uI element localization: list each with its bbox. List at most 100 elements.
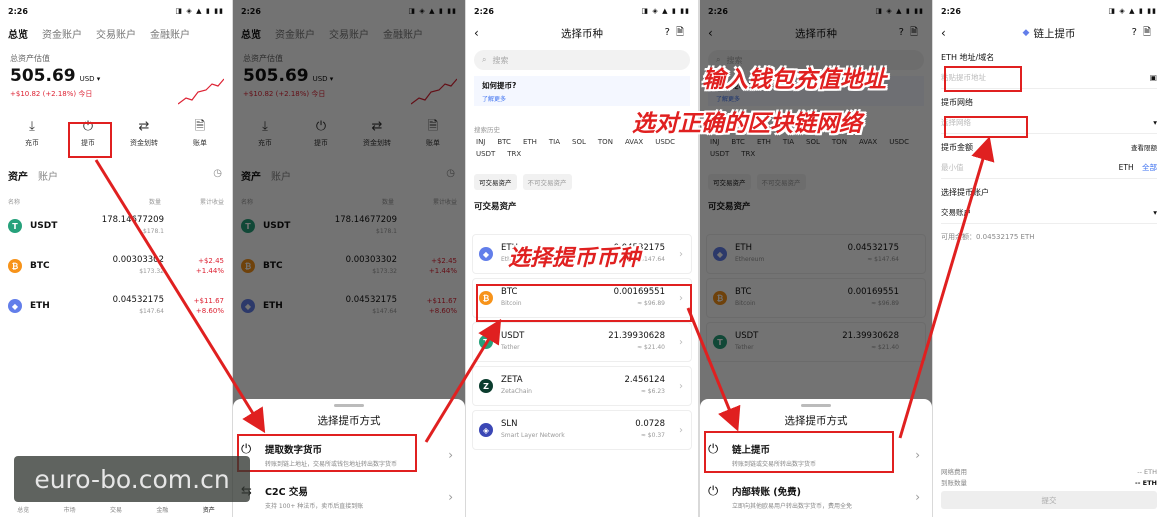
- view-limit-link[interactable]: 查看限额: [1131, 142, 1157, 153]
- chip-inj[interactable]: INJ: [476, 138, 485, 146]
- coin-row-zeta[interactable]: Z ZETA ZetaChain 2.456124 ≈ $6.23 ›: [472, 366, 692, 406]
- caption-enter-address: 输入钱包充值地址: [702, 67, 886, 93]
- asset-row-btc[interactable]: ₿ BTC 0.00303302 $173.32 +$2.45 +1.44%: [0, 246, 232, 286]
- asset-row-eth[interactable]: ◆ ETH 0.04532175 $147.64 +$11.67 +8.60%: [0, 286, 232, 326]
- transfer-button[interactable]: ⇄ 资金划转: [120, 120, 168, 148]
- asset-subtabs: 资产 账户 ◷: [0, 148, 232, 183]
- asset-row-usdt[interactable]: T USDT 178.14677209 $178.1: [0, 206, 232, 246]
- coin-row-usdt[interactable]: T USDT Tether 21.39930628 ≈ $21.40 ›: [472, 322, 692, 362]
- deposit-button[interactable]: ⤓ 充币: [8, 120, 56, 148]
- nav-assets[interactable]: 资产: [203, 505, 215, 514]
- bill-button[interactable]: 🗎 账单: [176, 120, 224, 148]
- chip-avax[interactable]: AVAX: [625, 138, 643, 146]
- eth-icon: ◆: [479, 247, 493, 261]
- status-bar: 2:26 ◨ ◈ ▲ ▮ ▮▮: [466, 0, 698, 22]
- tab-funding[interactable]: 资金账户: [42, 26, 82, 41]
- chip-tia[interactable]: TIA: [549, 138, 560, 146]
- coin-fullname: Smart Layer Network: [501, 432, 565, 439]
- fee-row: 网络费用 -- ETH: [941, 467, 1157, 478]
- asset-column-headers: 名称 数量 累计收益: [0, 183, 232, 206]
- caption-select-chain: 选对正确的区块链网络: [632, 111, 862, 137]
- chip-usdc[interactable]: USDC: [655, 138, 675, 146]
- coin-symbol: USDT: [501, 331, 525, 341]
- amount-value: 0.00303302: [112, 255, 164, 265]
- back-arrow-icon[interactable]: ‹: [941, 26, 946, 40]
- chip-eth[interactable]: ETH: [523, 138, 537, 146]
- help-icon[interactable]: ?🗎: [1132, 25, 1157, 42]
- balance-unit-select[interactable]: USD ▾: [80, 75, 101, 83]
- search-icon: ⌕: [482, 55, 487, 64]
- account-select[interactable]: 交易账户 ▾: [941, 202, 1157, 224]
- option-internal-transfer[interactable]: ⏻ 内部转账 (免费) 立即向其他欧易用户转出数字货币，费用全免 ›: [708, 480, 924, 517]
- amount-input[interactable]: 最小值 ETH 全部: [941, 157, 1157, 179]
- max-button[interactable]: 全部: [1142, 163, 1157, 172]
- sheet-handle[interactable]: [801, 404, 831, 407]
- nav-finance[interactable]: 金融: [156, 505, 168, 514]
- account-value: 交易账户: [941, 208, 971, 217]
- sheet-handle[interactable]: [334, 404, 364, 407]
- coin-search-input[interactable]: ⌕ 搜索: [474, 50, 690, 70]
- caption-select-coin: 选择提币币种: [508, 246, 641, 271]
- how-to-withdraw-tip[interactable]: 如何提币? 了解更多: [474, 76, 690, 106]
- chevron-down-icon: ▾: [1153, 118, 1157, 127]
- chip-ton[interactable]: TON: [598, 138, 613, 146]
- history-icon[interactable]: ◷: [213, 168, 222, 179]
- coin-row-sln[interactable]: ◈ SLN Smart Layer Network 0.0728 ≈ $0.37 ›: [472, 410, 692, 450]
- watermark: euro-bo.com.cn: [14, 456, 250, 502]
- download-icon: ⤓: [29, 119, 35, 134]
- tab-overview[interactable]: 总览: [8, 26, 28, 41]
- option-subtitle: 支持 100+ 种法币，卖币后直接到账: [265, 503, 364, 510]
- address-book-icon[interactable]: ▣: [1150, 73, 1157, 82]
- tab-assets[interactable]: 资产: [8, 168, 28, 183]
- amount-value: 178.14677209: [101, 215, 164, 225]
- option-c2c-trade[interactable]: ⇆ C2C 交易支持 100+ 种法币，卖币后直接到账 ›: [241, 480, 457, 517]
- chevron-right-icon: ›: [915, 448, 920, 462]
- nav-trade[interactable]: 交易: [110, 505, 122, 514]
- back-arrow-icon[interactable]: ‹: [474, 26, 479, 40]
- asset-amount: 0.04532175 $147.64: [100, 295, 164, 317]
- coin-usd: ≈ $6.23: [640, 388, 665, 395]
- action-row: ⤓充币 ⏻提币 ⇄资金划转 🗎账单: [0, 102, 232, 148]
- chip-usdt[interactable]: USDT: [476, 150, 495, 158]
- chip-sol[interactable]: SOL: [572, 138, 586, 146]
- deposit-label: 充币: [25, 139, 39, 147]
- usdt-icon: T: [479, 335, 493, 349]
- tab-accounts[interactable]: 账户: [38, 168, 58, 183]
- nav-overview[interactable]: 总览: [17, 505, 29, 514]
- chevron-down-icon: ▾: [1153, 208, 1157, 217]
- tab-trading[interactable]: 交易账户: [96, 26, 136, 41]
- amount-usd: $147.64: [139, 308, 164, 315]
- col-name: 名称: [8, 199, 21, 206]
- account-label: 选择提币账户: [941, 188, 989, 197]
- coin-amount: 0.0728: [635, 419, 665, 429]
- tab-finance[interactable]: 金融账户: [150, 26, 190, 41]
- section-title: 可交易资产: [474, 202, 517, 212]
- pnl-value: +$2.45: [198, 257, 224, 265]
- submit-button[interactable]: 提交: [941, 491, 1157, 509]
- filter-tradable[interactable]: 可交易资产: [474, 174, 517, 190]
- status-icons: ◨ ◈ ▲ ▮ ▮▮: [1108, 7, 1157, 15]
- nav-market[interactable]: 市场: [64, 505, 76, 514]
- coin-fullname: Tether: [501, 344, 520, 351]
- coin-value: 2.456124 ≈ $6.23: [624, 375, 665, 397]
- learn-more-link[interactable]: 了解更多: [482, 94, 682, 103]
- asset-symbol: ETH: [30, 301, 50, 311]
- chip-trx[interactable]: TRX: [507, 150, 521, 158]
- receive-value: -- ETH: [1135, 479, 1157, 487]
- help-icon[interactable]: ?🗎: [665, 25, 690, 42]
- filter-non-tradable[interactable]: 不可交易资产: [522, 174, 572, 190]
- btc-icon: ₿: [8, 259, 22, 273]
- page-title: 选择币种: [561, 27, 603, 40]
- chip-btc[interactable]: BTC: [497, 138, 511, 146]
- sheet-title: 选择提币方式: [784, 415, 848, 427]
- status-icons: ◨ ◈ ▲ ▮ ▮▮: [641, 7, 690, 15]
- address-label: ETH 地址/域名: [941, 53, 995, 62]
- col-pnl: 累计收益: [199, 199, 224, 206]
- summary: 网络费用 -- ETH 到账数量 -- ETH: [941, 467, 1157, 489]
- bill-icon: 🗎: [194, 119, 206, 134]
- highlight-withdraw-crypto: [237, 434, 417, 472]
- tip-title: 如何提币?: [482, 81, 517, 90]
- eth-icon: ◆: [8, 299, 22, 313]
- pnl-percent: +8.60%: [195, 307, 224, 315]
